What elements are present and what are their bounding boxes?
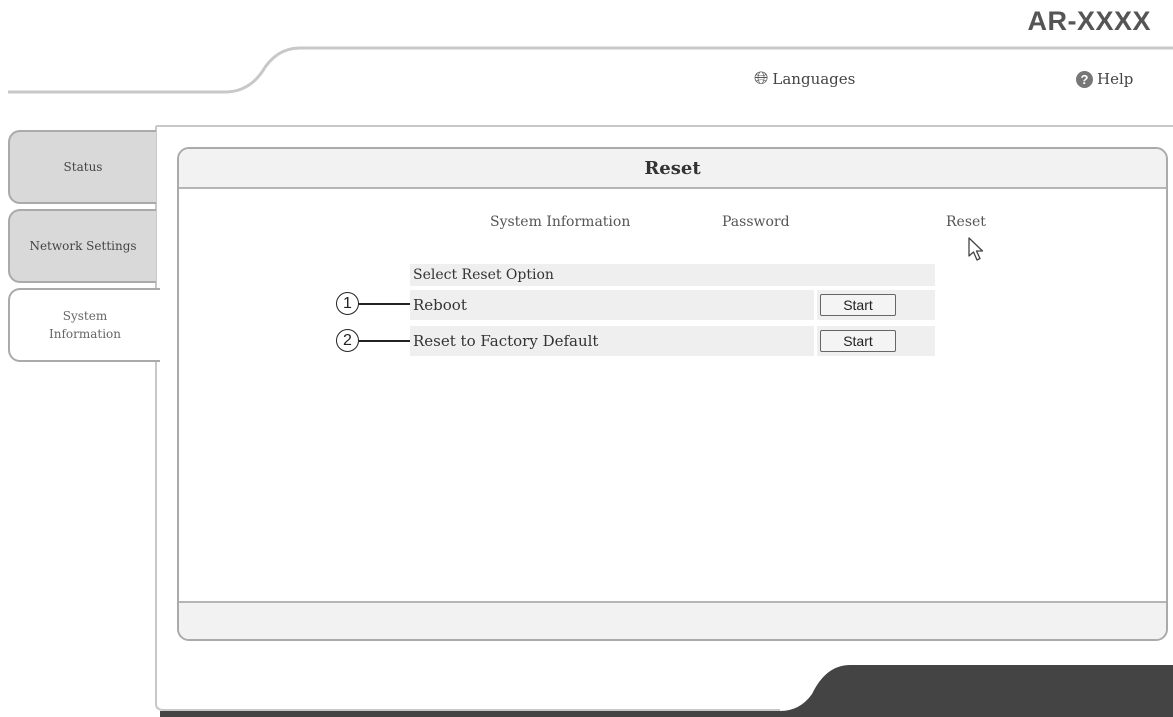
help-link[interactable]: ? Help xyxy=(1076,70,1133,88)
options-header: Select Reset Option xyxy=(410,264,935,286)
subnav-password[interactable]: Password xyxy=(722,214,790,230)
tab-system-information[interactable]: System Information xyxy=(8,288,160,362)
help-label: Help xyxy=(1097,70,1134,88)
option-label-reboot: Reboot xyxy=(413,296,467,314)
reset-panel: Reset xyxy=(177,147,1168,641)
panel-title: Reset xyxy=(179,149,1166,189)
tab-network-settings-label: Network Settings xyxy=(29,239,137,253)
callout-2-line xyxy=(359,340,410,342)
panel-footer xyxy=(179,601,1166,639)
languages-link[interactable]: 🌐︎ Languages xyxy=(754,68,856,89)
tab-status-label: Status xyxy=(63,160,103,174)
callout-2: 2 xyxy=(336,329,359,352)
globe-icon: 🌐︎ xyxy=(754,68,769,89)
option-row-factory-default: Reset to Factory Default Start xyxy=(410,326,935,356)
reboot-start-button[interactable]: Start xyxy=(820,294,896,316)
languages-label: Languages xyxy=(772,70,856,88)
tab-system-information-label: System Information xyxy=(48,309,122,341)
help-icon: ? xyxy=(1076,70,1093,88)
subnav-system-information[interactable]: System Information xyxy=(490,214,630,230)
subnav-reset[interactable]: Reset xyxy=(946,214,986,230)
option-row-reboot: Reboot Start xyxy=(410,290,935,320)
mouse-cursor-icon xyxy=(968,237,984,261)
callout-1: 1 xyxy=(336,292,359,315)
callout-1-line xyxy=(359,303,410,305)
option-label-factory-default: Reset to Factory Default xyxy=(413,332,599,350)
tab-status[interactable]: Status xyxy=(8,130,156,204)
factory-default-start-button[interactable]: Start xyxy=(820,330,896,352)
tab-network-settings[interactable]: Network Settings xyxy=(8,209,156,283)
